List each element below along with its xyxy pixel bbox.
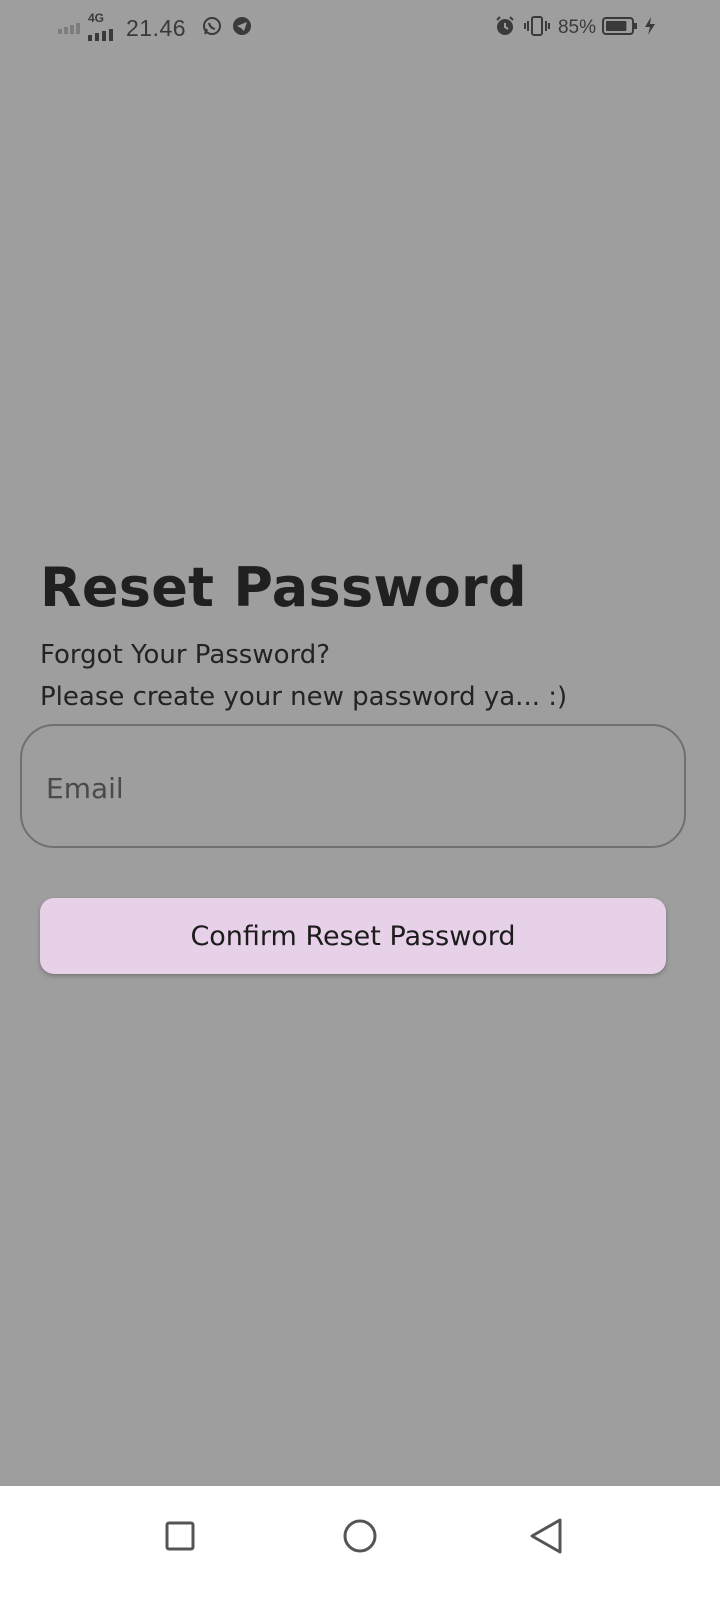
signal-icon-1 [58,19,82,38]
network-type-label: 4G [88,11,105,25]
email-field[interactable] [20,724,686,848]
subtitle-forgot: Forgot Your Password? [40,640,331,670]
home-icon[interactable] [332,1508,388,1564]
signal-icon-2: 4G [88,11,120,41]
whatsapp-icon [202,16,222,40]
confirm-reset-password-button[interactable]: Confirm Reset Password [40,898,666,974]
status-bar-left: 4G 21.46 [58,11,252,42]
status-time: 21.46 [126,14,187,41]
status-bar-right: 85% [494,14,656,42]
back-icon[interactable] [518,1508,574,1564]
alarm-icon [494,15,516,41]
confirm-button-label: Confirm Reset Password [190,920,516,952]
navigation-bar [0,1486,720,1600]
recents-icon[interactable] [152,1508,208,1564]
battery-icon [602,16,638,40]
subtitle-instruction: Please create your new password ya... :) [40,682,568,712]
battery-percent: 85% [557,17,596,38]
telegram-icon [232,16,252,40]
status-bar: 4G 21.46 85% [0,0,720,58]
email-input[interactable] [44,766,648,810]
charging-icon [644,16,656,40]
page-title: Reset Password [40,556,527,619]
vibrate-icon [523,15,550,41]
